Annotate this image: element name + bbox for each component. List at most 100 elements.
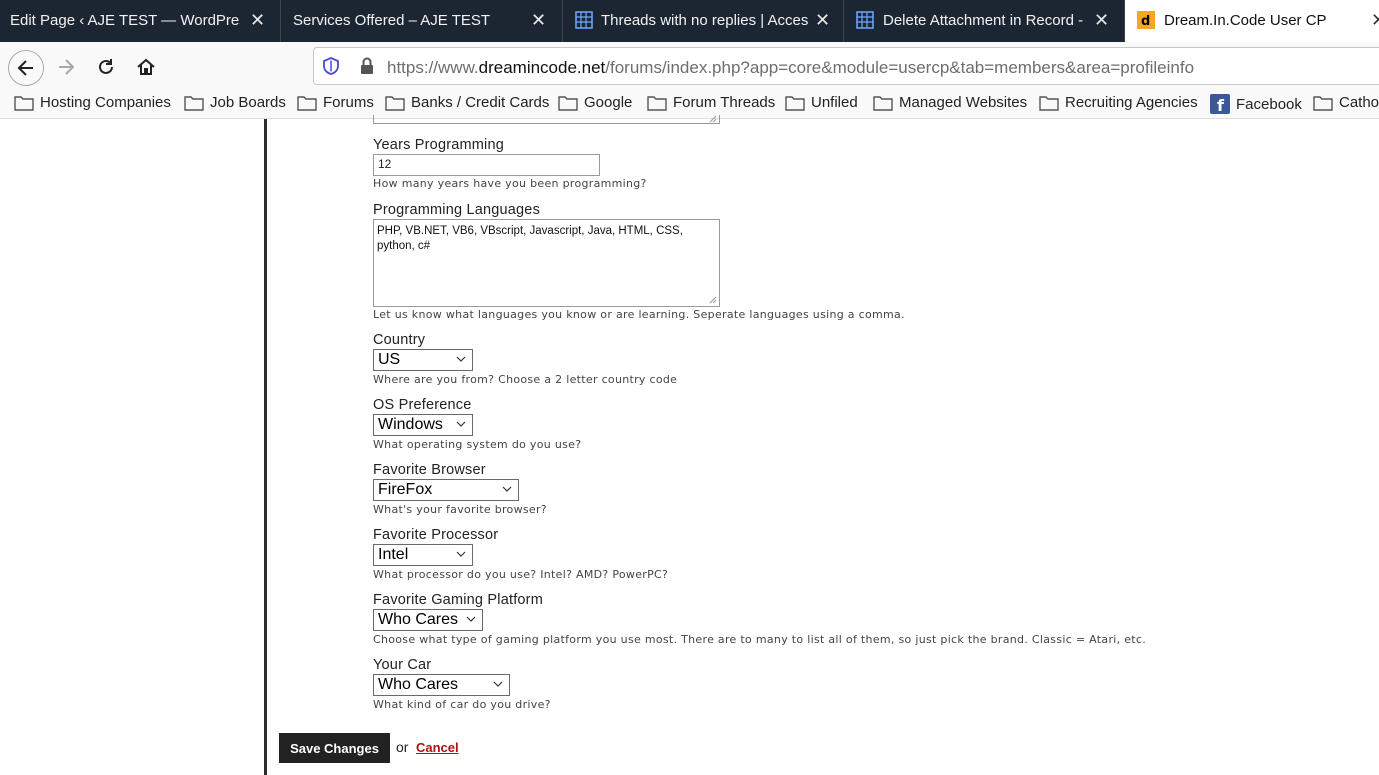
bookmark-facebook[interactable]: f Facebook <box>1210 94 1302 114</box>
favorite-processor-value: Intel <box>378 546 409 563</box>
close-icon[interactable]: ✕ <box>1371 10 1379 30</box>
your-car-select[interactable]: Who Cares <box>373 674 510 696</box>
url-path: /forums/index.php?app=core&module=usercp… <box>605 58 1195 77</box>
favorite-browser-hint: What's your favorite browser? <box>373 503 547 516</box>
favorite-gaming-platform-value: Who Cares <box>378 611 459 628</box>
bookmark-google[interactable]: Google <box>558 94 632 111</box>
column-divider <box>264 119 267 775</box>
folder-icon <box>785 95 805 111</box>
bookmark-label: Unfiled <box>811 94 858 111</box>
os-preference-hint: What operating system do you use? <box>373 438 582 451</box>
favorite-gaming-platform-select[interactable]: Who Cares <box>373 609 483 631</box>
svg-text:f: f <box>1217 96 1225 114</box>
url-prefix: https://www. <box>387 58 479 77</box>
folder-icon <box>184 95 204 111</box>
os-preference-value: Windows <box>378 416 443 433</box>
bookmark-label: Forum Threads <box>673 94 776 111</box>
bookmark-job-boards[interactable]: Job Boards <box>184 94 286 111</box>
tab-threads-no-replies[interactable]: Threads with no replies | Access ✕ <box>563 0 844 42</box>
bookmark-label: Hosting Companies <box>40 94 171 111</box>
bookmark-catho[interactable]: Catho <box>1313 94 1379 111</box>
country-value: US <box>378 351 401 368</box>
url-domain: dreamincode.net <box>478 58 606 77</box>
arrow-right-icon <box>59 59 75 75</box>
tab-wordpress-edit[interactable]: Edit Page ‹ AJE TEST — WordPress ✕ <box>0 0 281 42</box>
years-programming-input[interactable]: 12 <box>373 154 600 176</box>
folder-icon <box>385 95 405 111</box>
lock-icon[interactable] <box>359 57 375 75</box>
close-icon[interactable]: ✕ <box>531 10 546 30</box>
folder-icon <box>1039 95 1059 111</box>
reload-icon <box>99 59 113 74</box>
bookmark-label: Recruiting Agencies <box>1065 94 1198 111</box>
favorite-processor-select[interactable]: Intel <box>373 544 473 566</box>
tab-dream-in-code[interactable]: d Dream.In.Code User CP ✕ <box>1125 0 1379 42</box>
bookmark-label: Job Boards <box>210 94 286 111</box>
folder-icon <box>297 95 317 111</box>
reload-button[interactable] <box>90 51 122 83</box>
forward-button[interactable] <box>50 51 82 83</box>
bookmark-label: Managed Websites <box>899 94 1028 111</box>
folder-icon <box>873 95 893 111</box>
bookmark-recruiting-agencies[interactable]: Recruiting Agencies <box>1039 94 1198 111</box>
programming-languages-hint: Let us know what languages you know or a… <box>373 308 905 321</box>
country-hint: Where are you from? Choose a 2 letter co… <box>373 373 678 386</box>
close-icon[interactable]: ✕ <box>250 10 265 30</box>
save-changes-button[interactable]: Save Changes <box>279 733 390 763</box>
favorite-browser-label: Favorite Browser <box>373 462 486 478</box>
resize-grip-icon[interactable] <box>708 295 717 304</box>
tab-label: Dream.In.Code User CP <box>1164 12 1327 29</box>
tab-label: Delete Attachment in Record - <box>883 12 1084 29</box>
bookmark-forums[interactable]: Forums <box>297 94 374 111</box>
bookmark-label: Banks / Credit Cards <box>411 94 550 111</box>
favorite-processor-label: Favorite Processor <box>373 527 499 543</box>
tab-delete-attachment[interactable]: Delete Attachment in Record - ✕ <box>844 0 1125 42</box>
previous-field-edge <box>373 115 720 124</box>
bookmark-forum-threads[interactable]: Forum Threads <box>647 94 775 111</box>
bookmark-hosting-companies[interactable]: Hosting Companies <box>14 94 171 111</box>
dream-in-code-icon: d <box>1137 11 1155 29</box>
arrow-left-icon <box>17 60 33 76</box>
tab-label: Edit Page ‹ AJE TEST — WordPress <box>10 12 240 29</box>
close-icon[interactable]: ✕ <box>815 10 830 30</box>
bookmark-managed-websites[interactable]: Managed Websites <box>873 94 1027 111</box>
os-preference-label: OS Preference <box>373 397 472 413</box>
chevron-down-icon <box>456 421 466 427</box>
tab-label: Services Offered – AJE TEST <box>293 12 491 29</box>
folder-icon <box>14 95 34 111</box>
resize-grip-icon[interactable] <box>708 114 717 123</box>
shield-icon[interactable] <box>322 57 340 75</box>
programming-languages-label: Programming Languages <box>373 202 541 218</box>
grid-icon <box>856 11 874 29</box>
back-button[interactable] <box>8 50 44 86</box>
page-content: Years Programming 12 How many years have… <box>0 115 1379 775</box>
bookmark-label: Google <box>584 94 633 111</box>
home-button[interactable] <box>130 51 162 83</box>
bookmark-banks-credit-cards[interactable]: Banks / Credit Cards <box>385 94 549 111</box>
bookmark-label: Forums <box>323 94 374 111</box>
years-programming-label: Years Programming <box>373 137 505 153</box>
favorite-gaming-platform-hint: Choose what type of gaming platform you … <box>373 633 1147 646</box>
tab-services-offered[interactable]: Services Offered – AJE TEST ✕ <box>281 0 563 42</box>
grid-icon <box>575 11 593 29</box>
home-icon <box>137 58 155 75</box>
chevron-down-icon <box>502 486 512 492</box>
or-text: or <box>396 739 409 755</box>
close-icon[interactable]: ✕ <box>1094 10 1109 30</box>
country-label: Country <box>373 332 426 348</box>
tab-label: Threads with no replies | Access <box>601 12 809 29</box>
svg-text:d: d <box>1141 14 1150 29</box>
url-text[interactable]: https://www.dreamincode.net/forums/index… <box>387 58 1194 78</box>
favorite-browser-select[interactable]: FireFox <box>373 479 519 501</box>
url-bar[interactable]: https://www.dreamincode.net/forums/index… <box>313 47 1379 85</box>
your-car-hint: What kind of car do you drive? <box>373 698 551 711</box>
bookmark-unfiled[interactable]: Unfiled <box>785 94 858 111</box>
your-car-value: Who Cares <box>378 676 459 693</box>
chevron-down-icon <box>456 551 466 557</box>
country-select[interactable]: US <box>373 349 473 371</box>
tab-bar: Edit Page ‹ AJE TEST — WordPress ✕ Servi… <box>0 0 1379 42</box>
chevron-down-icon <box>466 616 476 622</box>
cancel-link[interactable]: Cancel <box>416 740 459 755</box>
os-preference-select[interactable]: Windows <box>373 414 473 436</box>
programming-languages-textarea[interactable]: PHP, VB.NET, VB6, VBscript, Javascript, … <box>373 219 720 307</box>
